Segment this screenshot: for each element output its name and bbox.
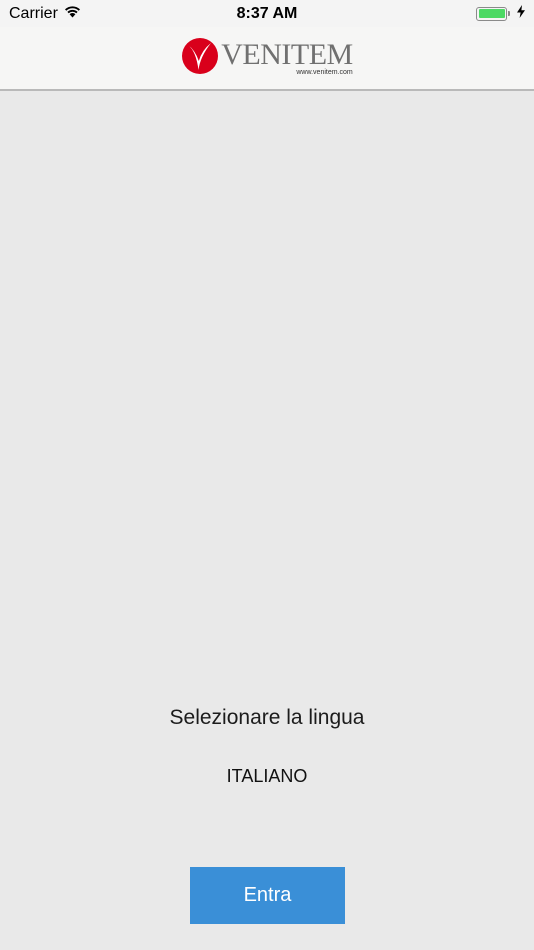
wifi-icon — [64, 5, 81, 23]
status-bar: Carrier 8:37 AM — [0, 0, 534, 27]
logo-text: VENITEM www.venitem.com — [221, 38, 353, 77]
enter-button[interactable]: Entra — [190, 867, 345, 924]
language-row: ITALIANO — [0, 764, 534, 789]
logo-url: www.venitem.com — [296, 69, 353, 76]
battery-fill — [478, 9, 505, 18]
app-screen: Carrier 8:37 AM VENITEM www.venitem.com … — [0, 0, 534, 950]
battery-icon — [476, 6, 510, 21]
logo-wordmark: VENITEM — [221, 38, 353, 71]
status-bar-right — [476, 4, 525, 23]
venitem-logo-mark-icon — [181, 37, 219, 80]
language-prompt: Selezionare la lingua — [169, 706, 365, 729]
charging-bolt-icon — [517, 4, 525, 23]
language-selector[interactable]: ITALIANO — [217, 764, 318, 789]
status-bar-left: Carrier — [9, 5, 81, 23]
carrier-label: Carrier — [9, 4, 58, 22]
venitem-logo: VENITEM www.venitem.com — [181, 37, 353, 80]
navigation-bar: VENITEM www.venitem.com — [0, 27, 534, 91]
